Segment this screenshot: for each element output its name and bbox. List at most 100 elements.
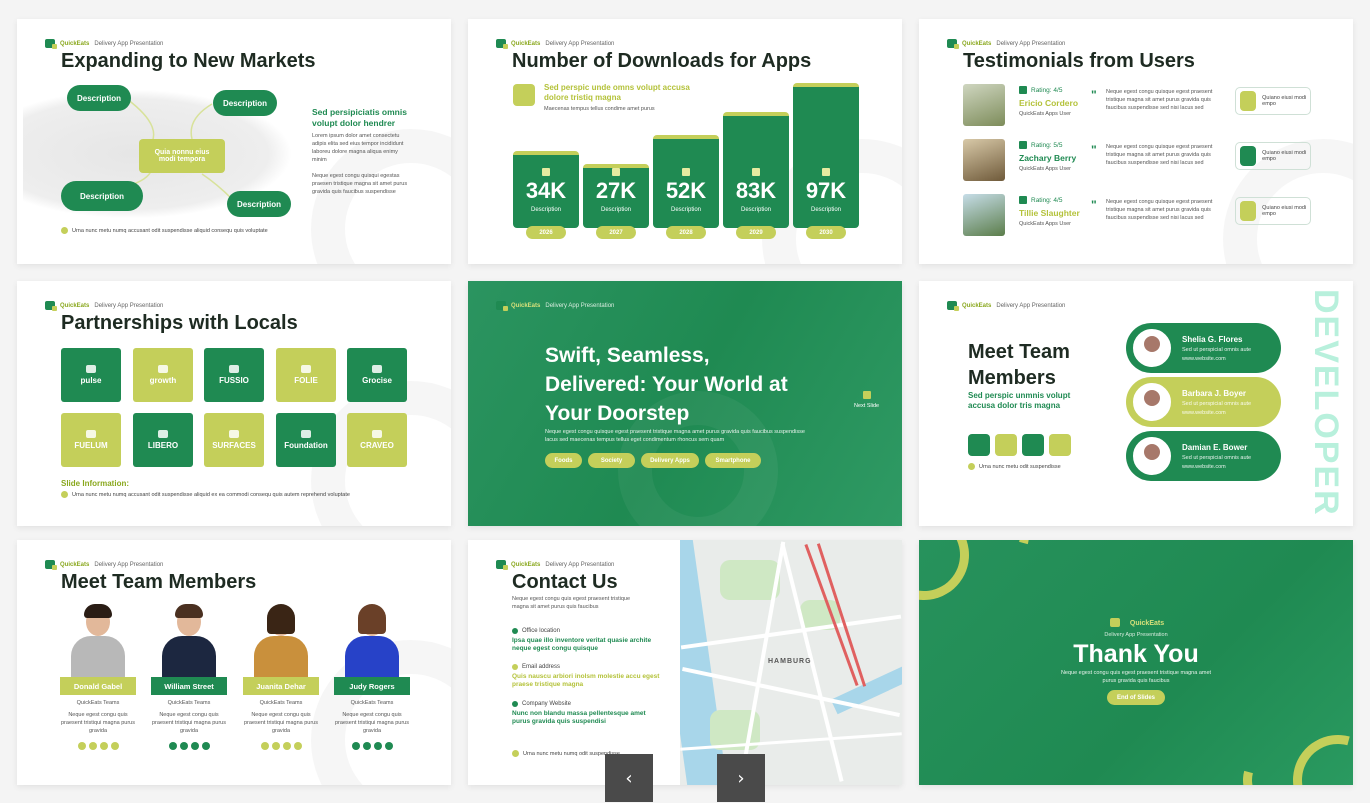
- member-sub: Sed ut perspicial omnis aute: [1182, 455, 1252, 461]
- next-arrow-button[interactable]: ›: [717, 754, 765, 802]
- user-name: Ericio Cordero: [1019, 98, 1079, 108]
- slide-footer: Urna nunc metu numq accusant odit suspen…: [61, 491, 350, 498]
- subhead: Sed perspic unde omns volupt accusa dolo…: [544, 83, 690, 102]
- next-slide-link[interactable]: Next Slide: [854, 391, 879, 409]
- download-bar: 97K Description: [793, 83, 859, 228]
- button-label: Quiano eiusi modi empo: [1262, 95, 1307, 107]
- user-role: QuickEats Apps User: [1019, 166, 1071, 172]
- slide-downloads[interactable]: QuickEats Delivery App Presentation Numbe…: [468, 19, 902, 264]
- footer-text: Urna nunc metu numq accusant odit suspen…: [72, 491, 350, 498]
- testimonial-row: Rating: 5/5 Zachary Berry QuickEats Apps…: [963, 139, 1343, 185]
- testimonial-button[interactable]: Quiano eiusi modi empo: [1235, 142, 1311, 170]
- quote-text: Neque egest congu quisque egest praesent…: [1106, 89, 1213, 111]
- brand: QuickEats Delivery App Presentation: [947, 39, 1065, 49]
- slide-title: Testimonials from Users: [963, 50, 1195, 72]
- person-name: Donald Gabel: [60, 677, 136, 695]
- slide-title: Meet Team Members: [61, 571, 257, 593]
- button-label: Quiano eiusi modi empo: [1262, 150, 1307, 162]
- website-info: Company Website Nunc non blandu massa pe…: [512, 701, 662, 726]
- brand: QuickEats Delivery App Presentation: [496, 560, 614, 570]
- social-icons: [334, 742, 410, 750]
- star-icon: [1019, 141, 1027, 149]
- rating: Rating: 4/5: [1019, 196, 1062, 204]
- phone-icon: [752, 168, 760, 176]
- city-map[interactable]: HAMBURG: [680, 540, 902, 785]
- quote-text: Neque egest congu quisque egest praesent…: [1106, 199, 1213, 221]
- phone-icon: [612, 168, 620, 176]
- quote-icon: ": [1091, 88, 1097, 102]
- user-photo: [963, 194, 1005, 236]
- bar-value: 27K: [595, 178, 637, 203]
- person-photo: [150, 604, 228, 684]
- location-icon: [512, 628, 518, 634]
- end-of-slides-button[interactable]: End of Slides: [1107, 690, 1165, 705]
- year-label: 2026: [526, 226, 566, 239]
- slide-footer: Urna nunc metu numq odit suspendisse: [512, 750, 620, 757]
- person-photo: [59, 604, 137, 684]
- partner-logo: Grocise: [347, 348, 407, 402]
- slide-partnerships[interactable]: QuickEats Delivery App Presentation Partn…: [17, 281, 451, 526]
- slide-expanding-markets[interactable]: QuickEats Delivery App Presentation Expan…: [17, 19, 451, 264]
- member-name: Damian E. Bower: [1182, 443, 1248, 452]
- slide-team-developer[interactable]: QuickEats Delivery App Presentation Meet …: [919, 281, 1353, 526]
- tag-chip[interactable]: Society: [588, 453, 635, 468]
- phone-icon: [682, 168, 690, 176]
- chart-icon: [1022, 434, 1044, 456]
- brand-name: QuickEats: [60, 302, 90, 309]
- tag-chip[interactable]: Delivery Apps: [641, 453, 699, 468]
- prev-arrow-button[interactable]: ‹: [605, 754, 653, 802]
- slide-contact[interactable]: QuickEats Delivery App Presentation Conta…: [468, 540, 902, 785]
- user-name: Zachary Berry: [1019, 153, 1077, 163]
- person-desc: Neque egest congu quis praesent tristiqu…: [335, 712, 409, 734]
- brand-name: QuickEats: [511, 561, 541, 568]
- brand-name: QuickEats: [1129, 620, 1165, 627]
- brand-name: QuickEats: [60, 561, 90, 568]
- person-desc: Neque egest congu quis praesent tristiqu…: [152, 712, 226, 734]
- brand: QuickEats Delivery App Presentation: [496, 301, 615, 311]
- description-pill: Description: [213, 90, 277, 116]
- social-icons: [60, 742, 136, 750]
- quote-text: Neque egest congu quisque egest praesent…: [1106, 144, 1213, 166]
- user-name: Tillie Slaughter: [1019, 208, 1080, 218]
- arrow-icon: [862, 391, 871, 399]
- person-name: William Street: [151, 677, 227, 695]
- slide-testimonials[interactable]: QuickEats Delivery App Presentation Testi…: [919, 19, 1353, 264]
- email-value: Quis nauscu arbiori inolsm molestie accu…: [512, 673, 660, 688]
- year-label: 2030: [806, 226, 846, 239]
- slide-meet-team[interactable]: QuickEats Delivery App Presentation Meet …: [17, 540, 451, 785]
- slide-thank-you[interactable]: QuickEats Delivery App Presentation Than…: [919, 540, 1353, 785]
- partner-logo: FUELUM: [61, 413, 121, 467]
- partner-logo: SURFACES: [204, 413, 264, 467]
- brand: QuickEats Delivery App Presentation: [947, 301, 1065, 311]
- bar-value: 34K: [525, 178, 567, 203]
- quote-icon: ": [1091, 143, 1097, 157]
- logo-icon: [45, 560, 57, 570]
- dot-icon: [512, 750, 519, 757]
- map-city-label: HAMBURG: [768, 658, 812, 665]
- mail-icon: [1049, 434, 1071, 456]
- person-role: QuickEats Teams: [259, 700, 303, 706]
- bar-value: 52K: [665, 178, 707, 203]
- tag-chip[interactable]: Smartphone: [705, 453, 761, 468]
- badge-icon: [1240, 146, 1257, 166]
- side-text: Sed persipiciatis omnis volupt dolor hen…: [312, 107, 412, 196]
- phone-icon: [542, 168, 550, 176]
- bar-label: Description: [740, 207, 771, 213]
- contact-intro: Neque egest congu quis egest praesent tr…: [512, 596, 631, 610]
- slide-info-label: Slide Information:: [61, 479, 129, 488]
- member-website: www.website.com: [1182, 356, 1226, 362]
- side-paragraph: Neque egest congu quisqui egestas praese…: [312, 173, 408, 195]
- footer-text: Urna nunc metu odit suspendisse: [979, 463, 1061, 470]
- download-bar: 27K Description: [583, 164, 649, 228]
- brand: QuickEats Delivery App Presentation: [496, 39, 614, 49]
- brand-subtitle: Delivery App Presentation: [545, 302, 615, 309]
- brand-name: QuickEats: [511, 40, 541, 47]
- bar-label: Description: [600, 207, 631, 213]
- thank-you-desc: Neque egest congu quis egest praesent tr…: [1060, 670, 1212, 684]
- tag-chip[interactable]: Foods: [545, 453, 582, 468]
- testimonial-button[interactable]: Quiano eiusi modi empo: [1235, 87, 1311, 115]
- slide-hero[interactable]: QuickEats Delivery App Presentation Swift…: [468, 281, 902, 526]
- phone-icon: [968, 434, 990, 456]
- testimonial-button[interactable]: Quiano eiusi modi empo: [1235, 197, 1311, 225]
- download-bar: 52K Description: [653, 135, 719, 228]
